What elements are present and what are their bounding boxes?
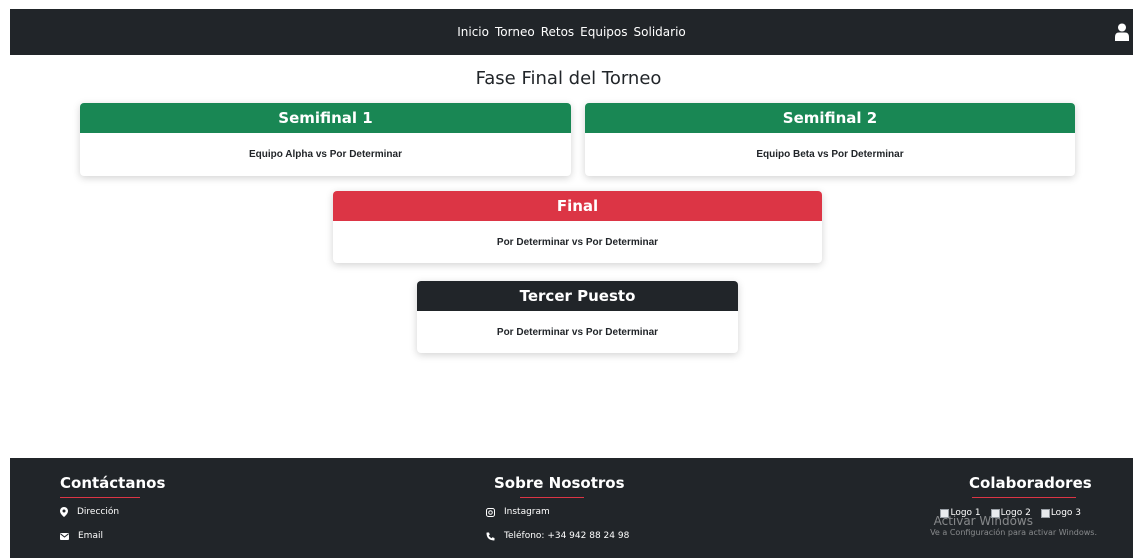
broken-image-icon bbox=[940, 508, 950, 518]
final-teams: Por Determinar vs Por Determinar bbox=[496, 236, 659, 248]
final-card: Final Por Determinar vs Por Determinar bbox=[333, 191, 822, 263]
collaborator-logo-3: Logo 3 bbox=[1040, 508, 1081, 518]
collaborator-logos: Logo 1 Logo 2 Logo 3 bbox=[940, 508, 1081, 518]
user-icon[interactable] bbox=[1115, 23, 1129, 41]
semifinal-2-header: Semifinal 2 bbox=[585, 103, 1075, 133]
broken-image-icon bbox=[990, 508, 1000, 518]
logo-3-alt: Logo 3 bbox=[1050, 508, 1081, 518]
semifinal-2-card: Semifinal 2 Equipo Beta vs Por Determina… bbox=[585, 103, 1075, 176]
third-place-card: Tercer Puesto Por Determinar vs Por Dete… bbox=[417, 281, 738, 353]
phone-icon bbox=[486, 532, 495, 540]
envelope-icon bbox=[60, 532, 69, 540]
semifinal-1-header: Semifinal 1 bbox=[80, 103, 571, 133]
email-label: Email bbox=[78, 531, 103, 541]
broken-image-icon bbox=[1040, 508, 1050, 518]
nav-links: Inicio Torneo Retos Equipos Solidario bbox=[10, 9, 1133, 55]
nav-link-solidario[interactable]: Solidario bbox=[634, 25, 686, 39]
windows-watermark-subtitle: Ve a Configuración para activar Windows. bbox=[930, 528, 1097, 537]
map-marker-icon bbox=[60, 507, 68, 517]
logo-2-alt: Logo 2 bbox=[1000, 508, 1031, 518]
collaborators-title: Colaboradores bbox=[969, 474, 1092, 492]
nav-link-retos[interactable]: Retos bbox=[541, 25, 574, 39]
final-header: Final bbox=[333, 191, 822, 221]
nav-link-equipos[interactable]: Equipos bbox=[580, 25, 627, 39]
instagram-label: Instagram bbox=[504, 507, 550, 517]
about-divider bbox=[520, 497, 584, 498]
about-title: Sobre Nosotros bbox=[494, 474, 625, 492]
contact-email[interactable]: Email bbox=[60, 531, 103, 541]
phone-label: Teléfono: +34 942 88 24 98 bbox=[504, 531, 630, 541]
instagram-icon bbox=[486, 507, 495, 517]
collaborator-logo-2: Logo 2 bbox=[990, 508, 1031, 518]
contact-title: Contáctanos bbox=[60, 474, 166, 492]
about-phone[interactable]: Teléfono: +34 942 88 24 98 bbox=[486, 531, 629, 541]
logo-1-alt: Logo 1 bbox=[950, 508, 981, 518]
collaborators-divider bbox=[972, 497, 1076, 498]
nav-link-inicio[interactable]: Inicio bbox=[457, 25, 489, 39]
contact-divider bbox=[60, 497, 140, 498]
top-navbar: Inicio Torneo Retos Equipos Solidario bbox=[10, 9, 1133, 55]
third-place-header: Tercer Puesto bbox=[417, 281, 738, 311]
page-title: Fase Final del Torneo bbox=[475, 68, 662, 89]
collaborator-logo-1: Logo 1 bbox=[940, 508, 981, 518]
contact-address[interactable]: Dirección bbox=[60, 507, 119, 517]
third-place-teams: Por Determinar vs Por Determinar bbox=[496, 326, 659, 338]
semifinal-2-teams: Equipo Beta vs Por Determinar bbox=[756, 149, 904, 160]
about-instagram[interactable]: Instagram bbox=[486, 507, 550, 517]
semifinal-1-teams: Equipo Alpha vs Por Determinar bbox=[249, 149, 402, 160]
address-label: Dirección bbox=[77, 507, 120, 517]
footer: Contáctanos Dirección Email Sobre Nosotr… bbox=[10, 458, 1133, 558]
semifinal-1-card: Semifinal 1 Equipo Alpha vs Por Determin… bbox=[80, 103, 571, 176]
nav-link-torneo[interactable]: Torneo bbox=[495, 25, 535, 39]
